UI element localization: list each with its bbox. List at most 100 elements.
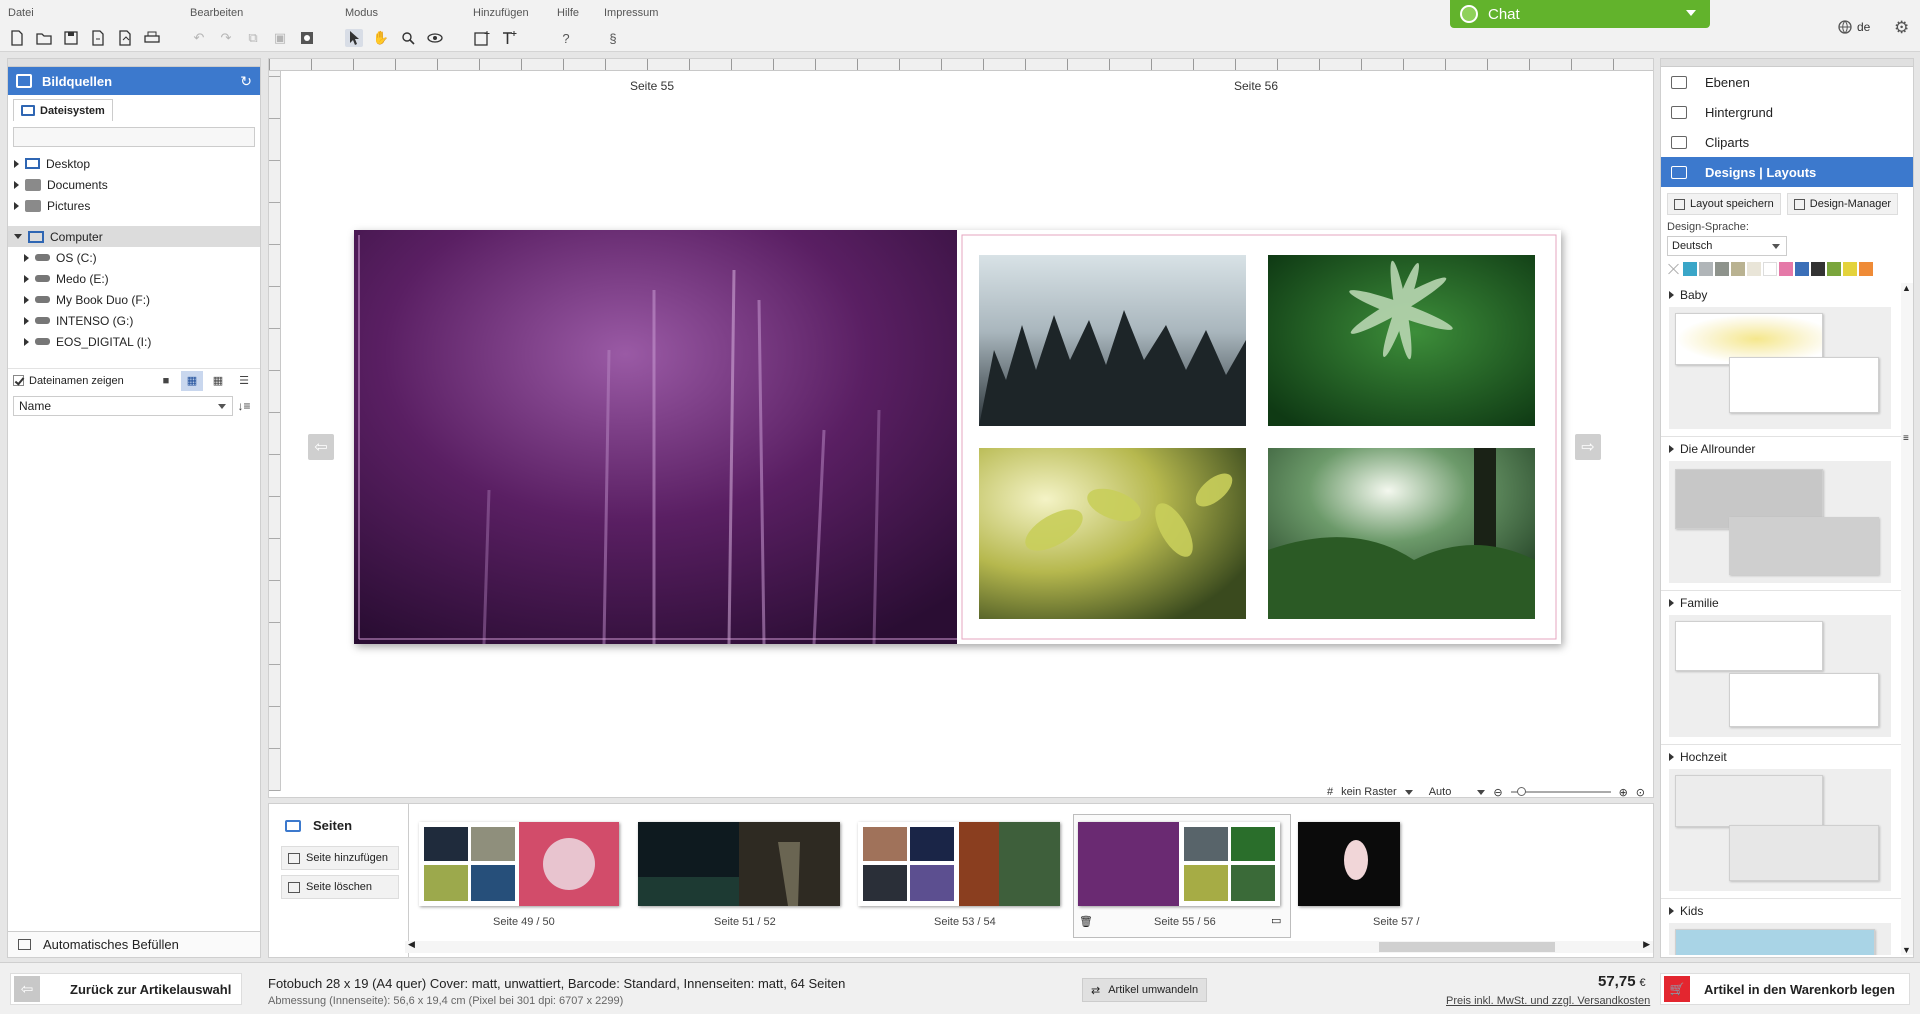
- expand-icon[interactable]: [14, 201, 19, 210]
- expand-icon[interactable]: [14, 180, 19, 189]
- fit-zoom-icon[interactable]: ⊙: [1636, 786, 1645, 798]
- color-swatch[interactable]: [1699, 262, 1713, 276]
- yellow-leaves-photo[interactable]: [979, 448, 1246, 619]
- expand-icon[interactable]: [24, 337, 29, 346]
- impressum-icon[interactable]: §: [604, 29, 622, 47]
- price-note-link[interactable]: Preis inkl. MwSt. und zzgl. Versandkoste…: [1446, 995, 1650, 1007]
- thumbnail-scrollbar[interactable]: ◀ ▶: [405, 939, 1653, 953]
- scroll-right-icon[interactable]: ▶: [1643, 939, 1650, 950]
- autofill-button[interactable]: Automatisches Befüllen: [8, 931, 260, 957]
- language-selector[interactable]: de: [1838, 20, 1870, 34]
- zoom-in-icon[interactable]: ⊕: [1619, 786, 1628, 798]
- scroll-down-icon[interactable]: ▼: [1902, 945, 1911, 955]
- print-icon[interactable]: [143, 29, 161, 47]
- scrollbar-thumb[interactable]: [1379, 942, 1555, 952]
- color-swatch[interactable]: [1763, 262, 1777, 276]
- page-thumbnail[interactable]: [1298, 822, 1400, 906]
- menu-item-hintergrund[interactable]: Hintergrund: [1661, 97, 1913, 127]
- layout-preview-card[interactable]: [1729, 673, 1879, 727]
- collapse-icon[interactable]: [14, 234, 22, 239]
- layout-preview-card[interactable]: [1729, 357, 1879, 413]
- layout-preview-card[interactable]: [1675, 775, 1823, 827]
- color-swatch[interactable]: [1779, 262, 1793, 276]
- category-preview[interactable]: [1669, 923, 1891, 955]
- tree-item-drive-i[interactable]: EOS_DIGITAL (I:): [8, 331, 260, 352]
- design-category-hochzeit[interactable]: Hochzeit: [1661, 745, 1901, 899]
- scroll-up-icon[interactable]: ▲: [1902, 283, 1911, 293]
- design-language-select[interactable]: Deutsch: [1667, 236, 1787, 256]
- hand-pan-icon[interactable]: ✋: [372, 29, 390, 47]
- color-swatch[interactable]: [1731, 262, 1745, 276]
- design-category-kids[interactable]: Kids: [1661, 899, 1901, 955]
- green-leaf-photo[interactable]: [1268, 255, 1535, 426]
- sort-select[interactable]: Name: [13, 396, 233, 416]
- new-file-icon[interactable]: [8, 29, 26, 47]
- expand-icon[interactable]: [24, 316, 29, 325]
- panel-grip[interactable]: [1661, 59, 1913, 67]
- save-as-icon[interactable]: [89, 29, 107, 47]
- menu-item-ebenen[interactable]: Ebenen: [1661, 67, 1913, 97]
- sort-direction-icon[interactable]: ↓≡: [233, 399, 255, 413]
- page-thumbnail-selected[interactable]: [1078, 822, 1280, 906]
- show-filenames-checkbox[interactable]: [13, 375, 24, 386]
- convert-article-button[interactable]: ⇄ Artikel umwandeln: [1082, 978, 1208, 1002]
- category-title[interactable]: Hochzeit: [1669, 750, 1727, 764]
- category-title[interactable]: Die Allrounder: [1669, 442, 1755, 456]
- menu-item-cliparts[interactable]: Cliparts: [1661, 127, 1913, 157]
- clear-color-filter-icon[interactable]: [1667, 262, 1681, 276]
- add-to-cart-button[interactable]: 🛒 Artikel in den Warenkorb legen: [1660, 973, 1910, 1005]
- tree-item-drive-f[interactable]: My Book Duo (F:): [8, 289, 260, 310]
- tree-item-drive-c[interactable]: OS (C:): [8, 247, 260, 268]
- zoom-mode-select[interactable]: Auto: [1429, 786, 1486, 797]
- color-swatch[interactable]: [1795, 262, 1809, 276]
- add-image-frame-icon[interactable]: [473, 29, 491, 47]
- view-medium-grid-icon[interactable]: ▦: [181, 370, 203, 391]
- add-text-icon[interactable]: [500, 29, 518, 47]
- expand-icon[interactable]: [24, 274, 29, 283]
- category-preview[interactable]: [1669, 615, 1891, 737]
- view-list-icon[interactable]: ☰: [233, 371, 255, 391]
- layout-preview-card[interactable]: [1675, 929, 1875, 955]
- expand-icon[interactable]: [14, 159, 19, 168]
- view-large-icon[interactable]: ■: [155, 371, 177, 391]
- design-category-allrounder[interactable]: Die Allrounder: [1661, 437, 1901, 591]
- add-page-button[interactable]: Seite hinzufügen: [281, 846, 399, 870]
- tree-item-pictures[interactable]: Pictures: [8, 195, 260, 216]
- color-swatch[interactable]: [1843, 262, 1857, 276]
- copy-icon[interactable]: ⧉: [244, 29, 262, 47]
- raster-select[interactable]: kein Raster: [1341, 786, 1413, 797]
- color-swatch[interactable]: [1859, 262, 1873, 276]
- color-swatch[interactable]: [1715, 262, 1729, 276]
- page-thumbnail[interactable]: [419, 822, 619, 906]
- category-preview[interactable]: [1669, 307, 1891, 429]
- color-swatch[interactable]: [1683, 262, 1697, 276]
- refresh-icon[interactable]: ↻: [240, 73, 252, 90]
- zoom-out-icon[interactable]: ⊖: [1493, 786, 1502, 798]
- tree-item-drive-e[interactable]: Medo (E:): [8, 268, 260, 289]
- gear-icon[interactable]: ⚙: [1894, 18, 1909, 38]
- scrollbar-thumb[interactable]: ≡: [1903, 433, 1909, 444]
- redo-icon[interactable]: ↷: [217, 29, 235, 47]
- layout-preview-card[interactable]: [1729, 825, 1879, 881]
- category-title[interactable]: Baby: [1669, 288, 1707, 302]
- tree-item-computer[interactable]: Computer: [8, 226, 260, 247]
- editor-canvas[interactable]: Seite 55 Seite 56 ⇦ ⇨ # kein Raster Auto…: [268, 58, 1654, 798]
- export-icon[interactable]: [116, 29, 134, 47]
- zoom-slider[interactable]: [1510, 787, 1611, 796]
- page-settings-icon[interactable]: ▭: [1271, 914, 1281, 927]
- next-page-arrow-icon[interactable]: ⇨: [1575, 434, 1601, 460]
- design-category-familie[interactable]: Familie: [1661, 591, 1901, 745]
- color-swatch[interactable]: [1747, 262, 1761, 276]
- category-preview[interactable]: [1669, 769, 1891, 891]
- tree-item-desktop[interactable]: Desktop: [8, 153, 260, 174]
- designs-scrollbar[interactable]: ▲ ≡ ▼: [1901, 283, 1913, 955]
- paste-icon[interactable]: ▣: [271, 29, 289, 47]
- page-thumbnail[interactable]: [858, 822, 1060, 906]
- tab-filesystem[interactable]: Dateisystem: [13, 99, 113, 121]
- previous-page-arrow-icon[interactable]: ⇦: [308, 434, 334, 460]
- design-manager-button[interactable]: Design-Manager: [1786, 193, 1899, 215]
- expand-icon[interactable]: [24, 295, 29, 304]
- expand-icon[interactable]: [24, 253, 29, 262]
- trash-icon[interactable]: 🗑: [1079, 915, 1093, 928]
- view-small-grid-icon[interactable]: ▦: [207, 371, 229, 391]
